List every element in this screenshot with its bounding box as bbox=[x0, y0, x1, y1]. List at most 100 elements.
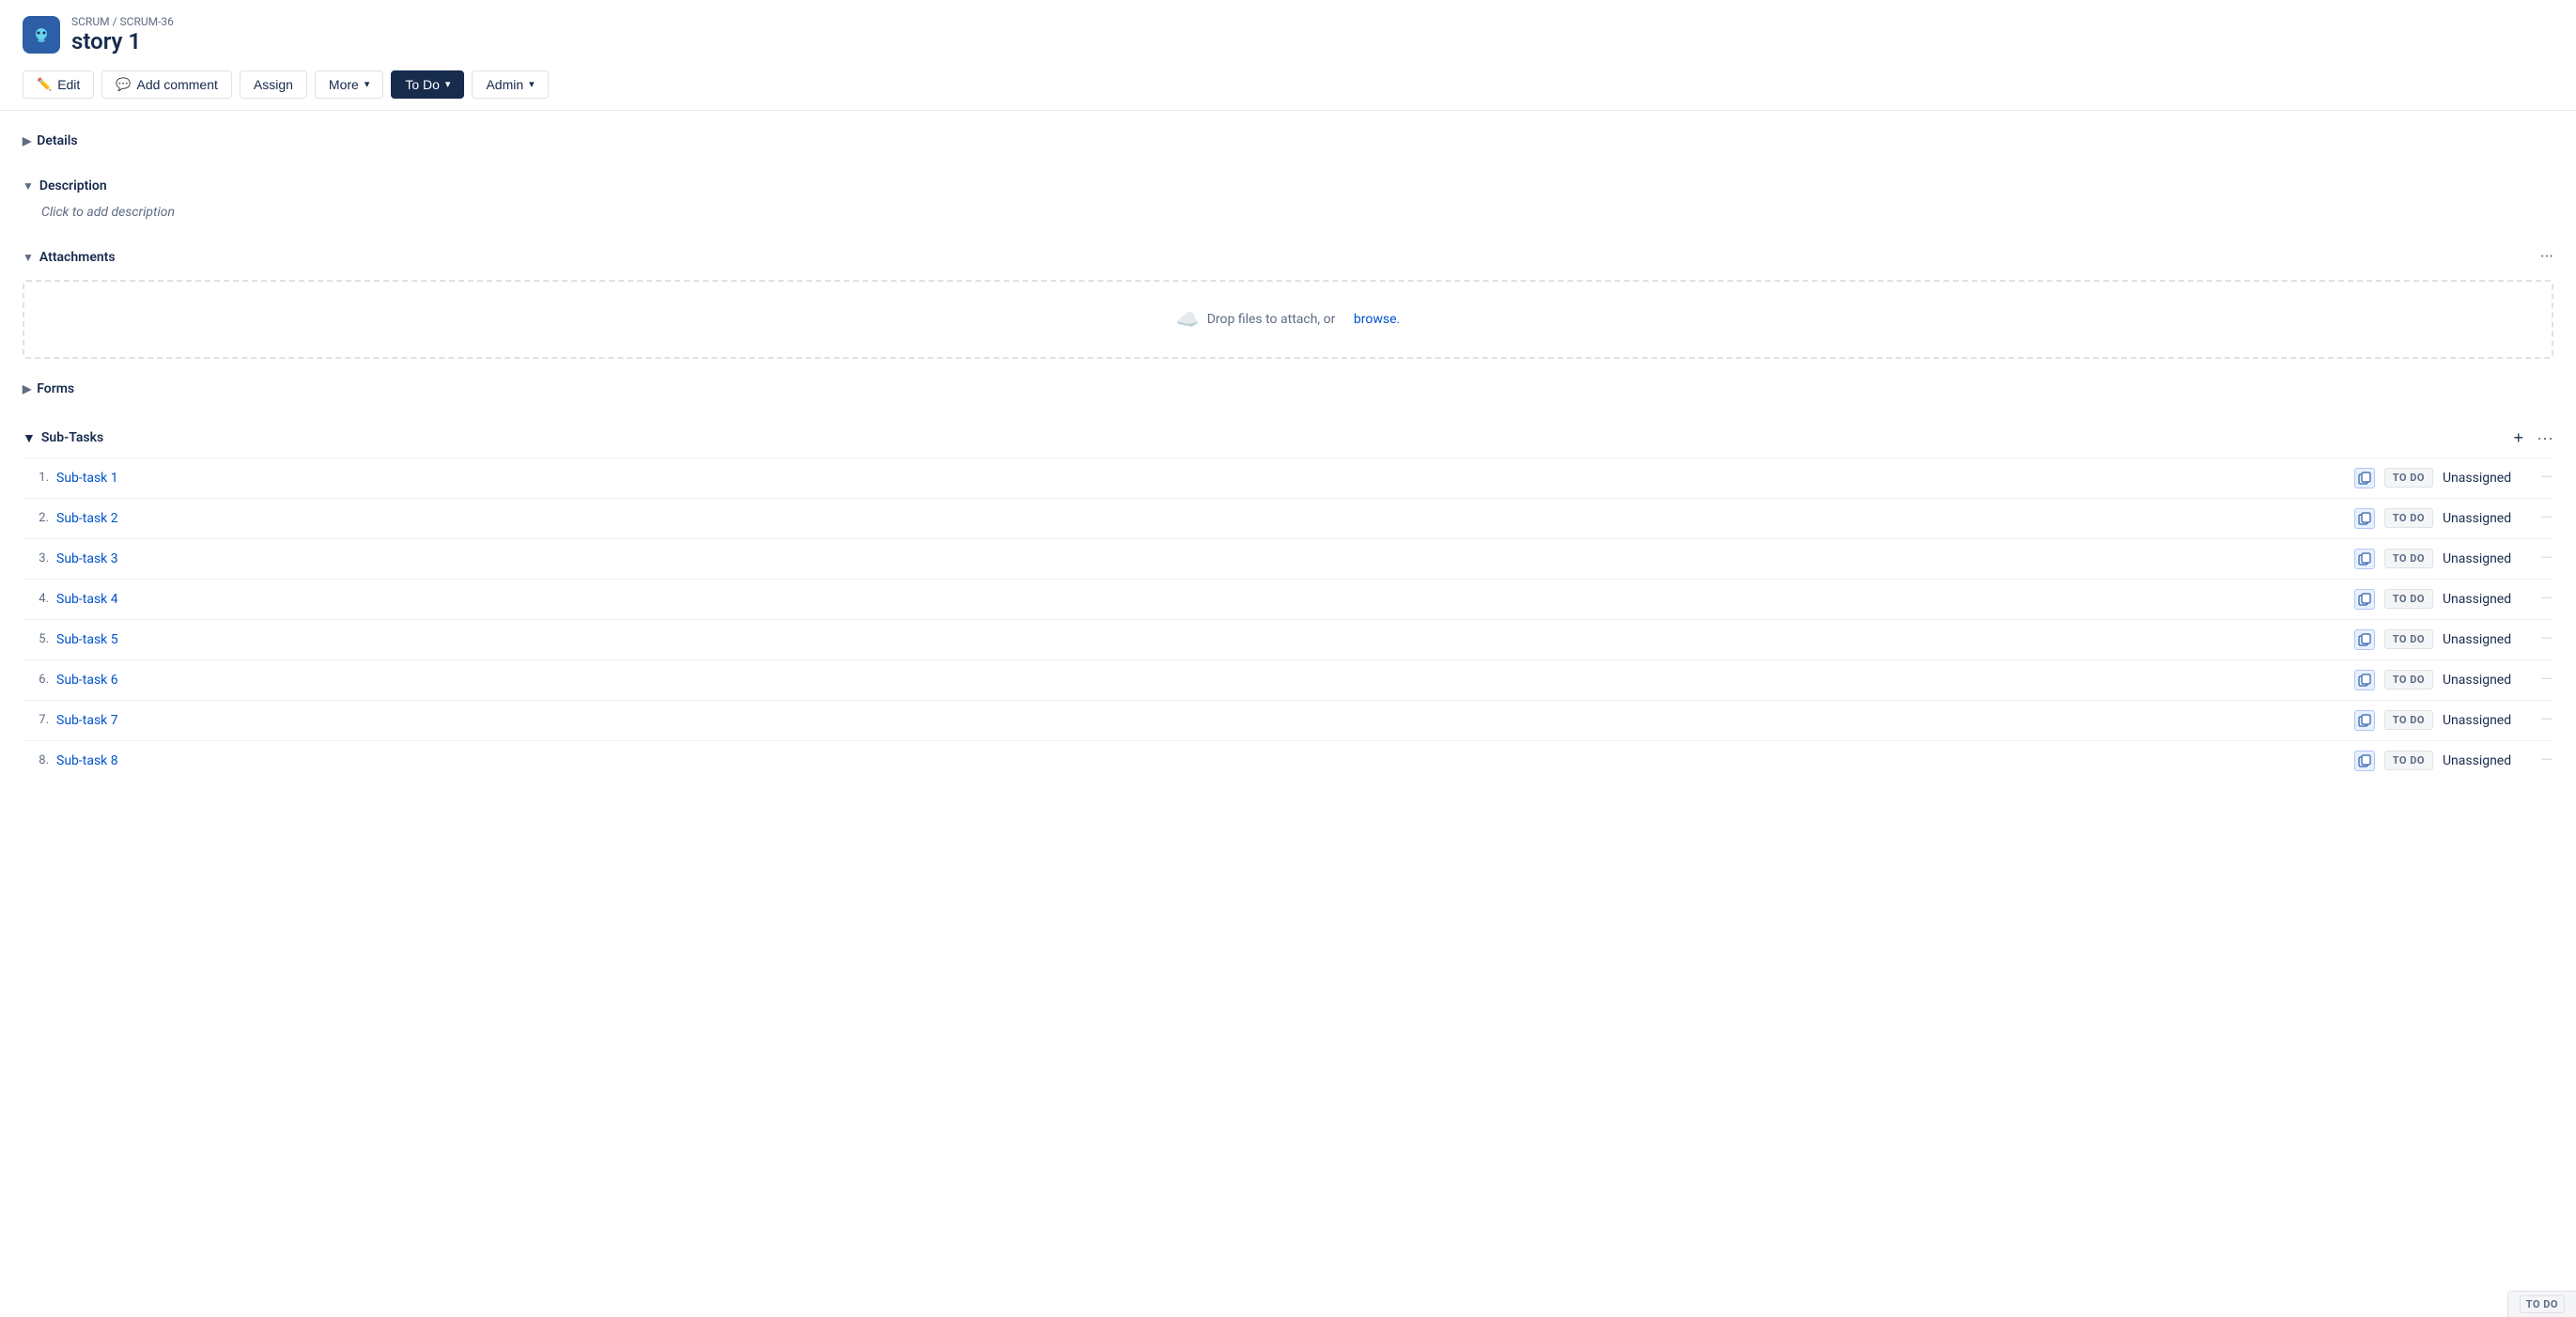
details-section-header[interactable]: ▶ Details bbox=[23, 126, 2553, 156]
subtasks-add-button[interactable]: + bbox=[2508, 426, 2530, 450]
subtask-row: 6. Sub-task 6 TO DO Unassigned — bbox=[23, 659, 2553, 700]
page-title: story 1 bbox=[71, 28, 174, 55]
subtask-copy-icon[interactable] bbox=[2354, 751, 2375, 771]
subtask-assignee: Unassigned bbox=[2443, 632, 2527, 647]
subtask-copy-icon[interactable] bbox=[2354, 589, 2375, 610]
subtasks-section: ▼ Sub-Tasks + ··· 1. Sub-task 1 TO DO bbox=[23, 419, 2553, 781]
description-section: ▼ Description Click to add description bbox=[23, 171, 2553, 227]
edit-button[interactable]: ✏️ Edit bbox=[23, 70, 94, 99]
breadcrumb-issue-link[interactable]: SCRUM-36 bbox=[120, 15, 174, 28]
subtask-assignee: Unassigned bbox=[2443, 673, 2527, 688]
subtask-actions-right: TO DO Unassigned — bbox=[2354, 629, 2553, 650]
subtask-actions-right: TO DO Unassigned — bbox=[2354, 468, 2553, 488]
subtasks-more-button[interactable]: ··· bbox=[2537, 428, 2553, 448]
admin-button[interactable]: Admin ▾ bbox=[472, 70, 548, 99]
subtask-row-more-button[interactable]: — bbox=[2540, 508, 2553, 528]
edit-icon: ✏️ bbox=[37, 77, 52, 92]
subtask-copy-icon[interactable] bbox=[2354, 710, 2375, 731]
subtask-actions-right: TO DO Unassigned — bbox=[2354, 549, 2553, 569]
forms-section-header[interactable]: ▶ Forms bbox=[23, 374, 2553, 404]
subtask-num: 1. bbox=[23, 471, 49, 485]
subtask-link[interactable]: Sub-task 8 bbox=[56, 753, 2347, 768]
add-comment-button[interactable]: 💬 Add comment bbox=[101, 70, 232, 99]
forms-section: ▶ Forms bbox=[23, 374, 2553, 404]
subtask-assignee: Unassigned bbox=[2443, 511, 2527, 526]
subtask-row-more-button[interactable]: — bbox=[2540, 751, 2553, 770]
subtask-num: 5. bbox=[23, 632, 49, 646]
subtask-row-more-button[interactable]: — bbox=[2540, 710, 2553, 730]
subtask-actions-right: TO DO Unassigned — bbox=[2354, 751, 2553, 771]
details-toggle-icon: ▶ bbox=[23, 134, 31, 147]
upload-cloud-icon: ☁️ bbox=[1176, 308, 1200, 331]
content: ▶ Details ▼ Description Click to add des… bbox=[0, 126, 2576, 781]
todo-button[interactable]: To Do ▾ bbox=[391, 70, 464, 99]
subtask-row: 4. Sub-task 4 TO DO Unassigned — bbox=[23, 579, 2553, 619]
breadcrumb-separator: / bbox=[113, 15, 117, 28]
breadcrumb-project-link[interactable]: SCRUM bbox=[71, 15, 110, 28]
subtask-status-badge[interactable]: TO DO bbox=[2384, 468, 2433, 488]
more-button[interactable]: More ▾ bbox=[315, 70, 383, 99]
subtask-actions-right: TO DO Unassigned — bbox=[2354, 508, 2553, 529]
admin-dropdown-arrow: ▾ bbox=[529, 78, 535, 90]
assign-button[interactable]: Assign bbox=[240, 70, 307, 99]
attachments-more-button[interactable]: ··· bbox=[2540, 247, 2553, 267]
subtasks-header-row: ▼ Sub-Tasks + ··· bbox=[23, 419, 2553, 457]
subtask-status-badge[interactable]: TO DO bbox=[2384, 549, 2433, 568]
attachments-section-header[interactable]: ▼ Attachments bbox=[23, 242, 2540, 272]
subtask-link[interactable]: Sub-task 1 bbox=[56, 471, 2347, 486]
subtask-row-more-button[interactable]: — bbox=[2540, 670, 2553, 689]
subtask-link[interactable]: Sub-task 5 bbox=[56, 632, 2347, 647]
attachments-drop-zone[interactable]: ☁️ Drop files to attach, or browse. bbox=[23, 280, 2553, 359]
subtask-status-badge[interactable]: TO DO bbox=[2384, 589, 2433, 609]
subtask-row: 8. Sub-task 8 TO DO Unassigned — bbox=[23, 740, 2553, 781]
app-logo bbox=[23, 16, 60, 54]
subtask-num: 3. bbox=[23, 551, 49, 566]
attachments-browse-link[interactable]: browse. bbox=[1354, 312, 1400, 327]
status-hint: To DO bbox=[2507, 1291, 2576, 1317]
subtask-link[interactable]: Sub-task 3 bbox=[56, 551, 2347, 566]
subtask-row-more-button[interactable]: — bbox=[2540, 629, 2553, 649]
subtask-num: 2. bbox=[23, 511, 49, 525]
subtask-link[interactable]: Sub-task 4 bbox=[56, 592, 2347, 607]
attachments-drop-text: Drop files to attach, or bbox=[1207, 312, 1336, 327]
comment-icon: 💬 bbox=[116, 77, 131, 92]
subtask-row: 1. Sub-task 1 TO DO Unassigned — bbox=[23, 457, 2553, 498]
subtask-list: 1. Sub-task 1 TO DO Unassigned — 2. Sub-… bbox=[23, 457, 2553, 781]
subtask-row-more-button[interactable]: — bbox=[2540, 549, 2553, 568]
subtask-status-badge[interactable]: TO DO bbox=[2384, 508, 2433, 528]
subtask-row-more-button[interactable]: — bbox=[2540, 468, 2553, 488]
subtask-copy-icon[interactable] bbox=[2354, 549, 2375, 569]
toolbar: ✏️ Edit 💬 Add comment Assign More ▾ To D… bbox=[0, 63, 2576, 111]
subtask-copy-icon[interactable] bbox=[2354, 508, 2375, 529]
description-section-header[interactable]: ▼ Description bbox=[23, 171, 2553, 201]
subtasks-toggle-icon: ▼ bbox=[23, 430, 36, 446]
subtask-copy-icon[interactable] bbox=[2354, 468, 2375, 488]
subtask-link[interactable]: Sub-task 6 bbox=[56, 673, 2347, 688]
subtask-copy-icon[interactable] bbox=[2354, 670, 2375, 690]
forms-toggle-icon: ▶ bbox=[23, 382, 31, 395]
subtask-status-badge[interactable]: TO DO bbox=[2384, 670, 2433, 689]
subtask-status-badge[interactable]: TO DO bbox=[2384, 710, 2433, 730]
todo-dropdown-arrow: ▾ bbox=[445, 78, 451, 90]
subtask-link[interactable]: Sub-task 7 bbox=[56, 713, 2347, 728]
subtask-assignee: Unassigned bbox=[2443, 592, 2527, 607]
subtask-num: 6. bbox=[23, 673, 49, 687]
subtasks-title[interactable]: ▼ Sub-Tasks bbox=[23, 430, 103, 446]
subtask-row-more-button[interactable]: — bbox=[2540, 589, 2553, 609]
subtask-num: 4. bbox=[23, 592, 49, 606]
subtask-copy-icon[interactable] bbox=[2354, 629, 2375, 650]
description-placeholder[interactable]: Click to add description bbox=[23, 201, 2553, 227]
description-toggle-icon: ▼ bbox=[23, 179, 34, 193]
subtasks-actions: + ··· bbox=[2508, 426, 2554, 450]
status-hint-badge: To DO bbox=[2520, 1295, 2565, 1313]
more-dropdown-arrow: ▾ bbox=[365, 78, 370, 90]
subtask-assignee: Unassigned bbox=[2443, 713, 2527, 728]
subtask-row: 3. Sub-task 3 TO DO Unassigned — bbox=[23, 538, 2553, 579]
subtask-row: 2. Sub-task 2 TO DO Unassigned — bbox=[23, 498, 2553, 538]
subtask-status-badge[interactable]: TO DO bbox=[2384, 629, 2433, 649]
subtask-status-badge[interactable]: TO DO bbox=[2384, 751, 2433, 770]
breadcrumb: SCRUM / SCRUM-36 bbox=[71, 15, 174, 28]
subtask-link[interactable]: Sub-task 2 bbox=[56, 511, 2347, 526]
subtask-assignee: Unassigned bbox=[2443, 551, 2527, 566]
page-header: SCRUM / SCRUM-36 story 1 bbox=[0, 0, 2576, 63]
